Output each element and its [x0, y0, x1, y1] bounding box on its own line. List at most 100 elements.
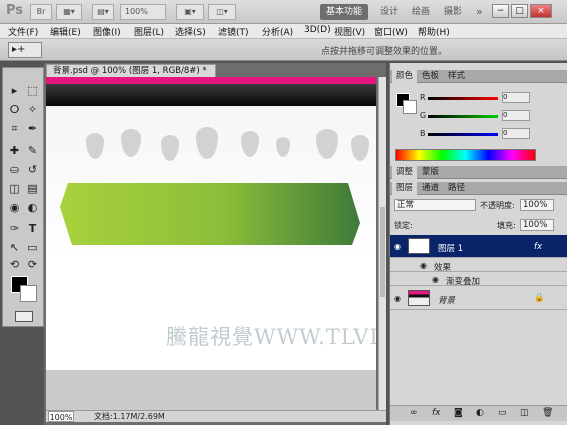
minimize-button[interactable]: − — [492, 4, 509, 18]
menu-view[interactable]: 视图(V) — [334, 25, 365, 38]
3d-orbit-icon[interactable]: ⟳ — [24, 256, 41, 273]
raindrop-shape — [351, 135, 369, 161]
channel-b-slider[interactable] — [428, 133, 498, 136]
gradient-overlay-row[interactable]: ◉ 渐变叠加 — [390, 273, 567, 287]
history-brush-icon[interactable]: ↺ — [24, 161, 41, 178]
menu-help[interactable]: 帮助(H) — [418, 25, 450, 38]
tab-masks[interactable]: 蒙版 — [418, 166, 443, 179]
stamp-icon[interactable]: ⛀ — [6, 161, 23, 178]
layer-row-layer1[interactable]: ◉ 图层 1 fx — [390, 235, 567, 258]
gradient-icon[interactable]: ▤ — [24, 180, 41, 197]
dodge-icon[interactable]: ◐ — [24, 199, 41, 216]
raindrop-shape — [241, 131, 259, 157]
healing-icon[interactable]: ✚ — [6, 142, 23, 159]
menu-select[interactable]: 选择(S) — [175, 25, 206, 38]
tab-swatches[interactable]: 色板 — [418, 70, 443, 83]
maximize-button[interactable]: □ — [511, 4, 528, 18]
document-tab[interactable]: 背景.psd @ 100% (图层 1, RGB/8#) * × — [46, 64, 216, 88]
adjust-panel-tabs: 调整 蒙版 — [390, 166, 567, 179]
eyedropper-icon[interactable]: ✒ — [24, 120, 41, 137]
extras-menu-button[interactable]: ▤▾ — [92, 4, 114, 20]
channel-g-slider[interactable] — [428, 115, 498, 118]
move-icon[interactable]: ▸ — [6, 82, 23, 99]
raindrop-shape — [196, 127, 218, 159]
vertical-scrollbar[interactable] — [378, 77, 386, 410]
menu-layer[interactable]: 图层(L) — [134, 25, 164, 38]
menu-window[interactable]: 窗口(W) — [374, 25, 408, 38]
brush-icon[interactable]: ✎ — [24, 142, 41, 159]
quick-select-icon[interactable]: ✧ — [24, 101, 41, 118]
menu-filter[interactable]: 滤镜(T) — [218, 25, 249, 38]
mini-bridge-button[interactable]: ▦▾ — [56, 4, 82, 20]
menu-edit[interactable]: 编辑(E) — [50, 25, 81, 38]
tab-layers[interactable]: 图层 — [392, 182, 418, 195]
link-icon[interactable]: ∞ — [410, 408, 418, 418]
color-spectrum-bar[interactable] — [395, 149, 536, 161]
workspace-essentials[interactable]: 基本功能 — [320, 4, 369, 20]
background-eye-icon[interactable]: ◉ — [394, 294, 401, 303]
tab-styles[interactable]: 样式 — [444, 70, 469, 83]
workspace-photography[interactable]: 摄影 — [444, 4, 462, 20]
layer-effects-icon[interactable]: fx — [534, 242, 542, 252]
gradient-overlay-eye-icon[interactable]: ◉ — [432, 275, 439, 284]
blend-mode-select[interactable]: 正常 — [394, 199, 476, 211]
shape-icon[interactable]: ▭ — [24, 239, 41, 256]
zoom-level-select[interactable]: 100% — [120, 4, 166, 20]
layer1-name[interactable]: 图层 1 — [438, 242, 463, 254]
vertical-scroll-thumb[interactable] — [380, 207, 385, 297]
bridge-button[interactable]: Br — [30, 4, 52, 20]
type-icon[interactable]: T — [24, 220, 41, 237]
arrange-documents-button[interactable]: ▣▾ — [176, 4, 204, 20]
workspace-design[interactable]: 设计 — [380, 4, 398, 20]
status-zoom-field[interactable]: 100% — [48, 411, 74, 422]
document-info[interactable]: 文档:1.17M/2.69M — [94, 411, 165, 422]
menu-3d[interactable]: 3D(D) — [304, 25, 331, 35]
tab-channels[interactable]: 通道 — [418, 182, 443, 195]
close-button[interactable]: × — [530, 4, 552, 18]
channel-r-slider[interactable] — [428, 97, 498, 100]
marquee-icon[interactable]: ⬚ — [24, 82, 41, 99]
background-color-swatch[interactable] — [20, 285, 37, 302]
eraser-icon[interactable]: ◫ — [6, 180, 23, 197]
adjust-icon[interactable]: ◐ — [476, 408, 484, 418]
layer-row-background[interactable]: ◉ 背景 🔒 — [390, 287, 567, 310]
screen-mode-button[interactable]: ◫▾ — [208, 4, 236, 20]
effects-eye-icon[interactable]: ◉ — [420, 261, 427, 270]
visibility-eye-icon[interactable]: ◉ — [394, 242, 401, 251]
lasso-icon[interactable]: ⵔ — [6, 101, 23, 118]
mask-icon[interactable]: ◙ — [454, 408, 463, 418]
fill-input[interactable]: 100% — [520, 219, 554, 231]
watermark-text: 騰龍視覺WWW.TLVI.NET — [166, 325, 376, 349]
opacity-input[interactable]: 100% — [520, 199, 554, 211]
path-select-icon[interactable]: ↖ — [6, 239, 23, 256]
tab-paths[interactable]: 路径 — [444, 182, 469, 195]
workspace-painting[interactable]: 绘画 — [412, 4, 430, 20]
raindrop-shape — [161, 135, 179, 161]
trash-icon[interactable]: 🗑 — [542, 408, 553, 418]
3d-rotate-icon[interactable]: ⟲ — [6, 256, 23, 273]
opacity-label: 不透明度: — [480, 201, 515, 210]
quick-mask-button[interactable] — [15, 311, 33, 322]
channel-b-value[interactable]: 0 — [502, 128, 530, 139]
background-layer-name[interactable]: 背景 — [438, 294, 455, 306]
color-panel-background-swatch[interactable] — [403, 100, 417, 114]
channel-r-value[interactable]: 0 — [502, 92, 530, 103]
more-workspaces-icon[interactable]: » — [476, 4, 483, 20]
menu-image[interactable]: 图像(I) — [93, 25, 121, 38]
menu-analysis[interactable]: 分析(A) — [262, 25, 293, 38]
tab-color[interactable]: 颜色 — [392, 70, 418, 83]
channel-b-label: B — [420, 129, 426, 138]
new-layer-icon[interactable]: ◫ — [520, 408, 529, 418]
folder-icon[interactable]: ▭ — [498, 408, 507, 418]
blur-icon[interactable]: ◉ — [6, 199, 23, 216]
tab-adjustments[interactable]: 调整 — [392, 166, 418, 179]
menu-file[interactable]: 文件(F) — [8, 25, 38, 38]
lock-icon: 🔒 — [534, 293, 545, 303]
fx-icon[interactable]: fx — [432, 408, 441, 418]
crop-icon[interactable]: ⌗ — [6, 120, 23, 137]
layer-effects-row[interactable]: ◉ 效果 — [390, 259, 567, 273]
pen-icon[interactable]: ✑ — [6, 220, 23, 237]
channel-g-value[interactable]: 0 — [502, 110, 530, 121]
tool-preset-picker[interactable]: ▸+ — [8, 42, 42, 58]
canvas[interactable]: 騰龍視覺WWW.TLVI.NET — [46, 77, 376, 410]
